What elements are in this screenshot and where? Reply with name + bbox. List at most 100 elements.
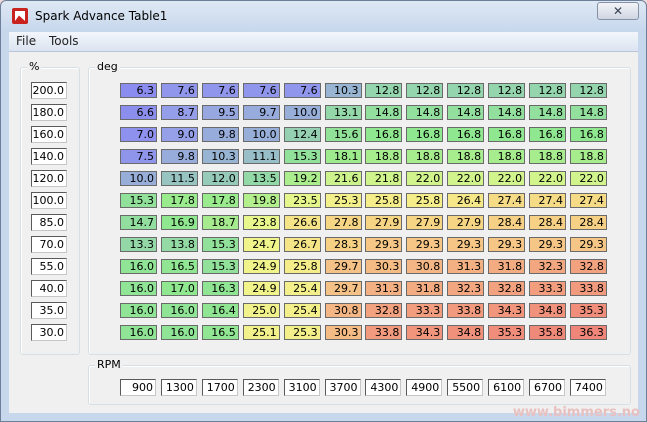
table-cell[interactable]: 11.5 — [160, 171, 198, 186]
table-cell[interactable]: 7.6 — [160, 83, 198, 98]
table-cell[interactable]: 16.8 — [529, 127, 566, 142]
table-cell[interactable]: 17.8 — [201, 193, 239, 208]
table-cell[interactable]: 14.8 — [447, 105, 485, 120]
menu-tools[interactable]: Tools — [49, 34, 79, 48]
load-field[interactable]: 160.0 — [31, 126, 67, 143]
table-cell[interactable]: 14.8 — [569, 105, 607, 120]
load-field[interactable]: 40.0 — [31, 280, 67, 297]
table-cell[interactable]: 25.4 — [283, 281, 321, 296]
table-cell[interactable]: 10.3 — [324, 83, 362, 98]
table-cell[interactable]: 27.4 — [529, 193, 566, 208]
table-cell[interactable]: 19.2 — [283, 171, 321, 186]
table-cell[interactable]: 16.0 — [120, 303, 157, 318]
table-cell[interactable]: 12.8 — [406, 83, 444, 98]
table-cell[interactable]: 27.9 — [365, 215, 403, 230]
table-cell[interactable]: 29.3 — [529, 237, 566, 252]
table-cell[interactable]: 18.8 — [406, 149, 444, 164]
table-cell[interactable]: 21.8 — [365, 171, 403, 186]
table-cell[interactable]: 34.8 — [447, 325, 485, 340]
table-cell[interactable]: 23.8 — [242, 215, 280, 230]
table-cell[interactable]: 17.0 — [160, 281, 198, 296]
table-cell[interactable]: 15.3 — [201, 259, 239, 274]
table-cell[interactable]: 13.5 — [242, 171, 280, 186]
table-cell[interactable]: 34.3 — [488, 303, 526, 318]
table-cell[interactable]: 29.7 — [324, 281, 362, 296]
table-cell[interactable]: 15.3 — [120, 193, 157, 208]
table-cell[interactable]: 15.6 — [324, 127, 362, 142]
table-cell[interactable]: 25.8 — [365, 193, 403, 208]
load-field[interactable]: 180.0 — [31, 104, 67, 121]
table-cell[interactable]: 15.3 — [283, 149, 321, 164]
table-cell[interactable]: 18.8 — [365, 149, 403, 164]
rpm-field[interactable]: 4900 — [406, 379, 443, 396]
table-cell[interactable]: 29.3 — [488, 237, 526, 252]
table-cell[interactable]: 16.8 — [365, 127, 403, 142]
table-cell[interactable]: 24.7 — [242, 237, 280, 252]
table-cell[interactable]: 16.8 — [406, 127, 444, 142]
table-cell[interactable]: 10.0 — [283, 105, 321, 120]
table-cell[interactable]: 29.3 — [406, 237, 444, 252]
table-cell[interactable]: 16.0 — [120, 281, 157, 296]
table-cell[interactable]: 7.6 — [242, 83, 280, 98]
table-cell[interactable]: 33.3 — [406, 303, 444, 318]
rpm-field[interactable]: 7400 — [569, 379, 606, 396]
table-cell[interactable]: 16.9 — [160, 215, 198, 230]
table-cell[interactable]: 22.0 — [529, 171, 566, 186]
table-cell[interactable]: 36.3 — [569, 325, 607, 340]
table-cell[interactable]: 28.4 — [569, 215, 607, 230]
table-cell[interactable]: 16.5 — [201, 325, 239, 340]
table-cell[interactable]: 32.8 — [569, 259, 607, 274]
table-cell[interactable]: 18.8 — [447, 149, 485, 164]
table-cell[interactable]: 29.7 — [324, 259, 362, 274]
rpm-field[interactable]: 2300 — [242, 379, 279, 396]
load-field[interactable]: 140.0 — [31, 148, 67, 165]
table-cell[interactable]: 18.8 — [569, 149, 607, 164]
table-cell[interactable]: 16.0 — [120, 325, 157, 340]
table-cell[interactable]: 32.3 — [447, 281, 485, 296]
table-cell[interactable]: 25.8 — [406, 193, 444, 208]
load-field[interactable]: 55.0 — [31, 258, 67, 275]
table-cell[interactable]: 9.7 — [242, 105, 280, 120]
table-cell[interactable]: 31.3 — [447, 259, 485, 274]
menu-file[interactable]: File — [16, 34, 36, 48]
table-cell[interactable]: 25.8 — [283, 259, 321, 274]
table-cell[interactable]: 7.0 — [120, 127, 157, 142]
table-cell[interactable]: 30.3 — [324, 325, 362, 340]
table-cell[interactable]: 13.8 — [160, 237, 198, 252]
table-cell[interactable]: 10.0 — [242, 127, 280, 142]
table-cell[interactable]: 18.1 — [324, 149, 362, 164]
table-cell[interactable]: 31.3 — [365, 281, 403, 296]
table-cell[interactable]: 25.3 — [324, 193, 362, 208]
table-cell[interactable]: 14.8 — [488, 105, 526, 120]
table-cell[interactable]: 25.4 — [283, 303, 321, 318]
table-cell[interactable]: 18.8 — [529, 149, 566, 164]
title-bar[interactable]: Spark Advance Table1 ✕ — [1, 1, 646, 31]
table-cell[interactable]: 13.1 — [324, 105, 362, 120]
table-cell[interactable]: 32.3 — [529, 259, 566, 274]
table-cell[interactable]: 14.8 — [406, 105, 444, 120]
load-field[interactable]: 120.0 — [31, 170, 67, 187]
table-cell[interactable]: 28.4 — [529, 215, 566, 230]
table-cell[interactable]: 32.8 — [365, 303, 403, 318]
table-cell[interactable]: 9.5 — [201, 105, 239, 120]
load-field[interactable]: 200.0 — [31, 82, 67, 99]
table-cell[interactable]: 24.9 — [242, 281, 280, 296]
table-cell[interactable]: 12.8 — [488, 83, 526, 98]
table-cell[interactable]: 13.3 — [120, 237, 157, 252]
table-cell[interactable]: 9.0 — [160, 127, 198, 142]
table-cell[interactable]: 12.8 — [447, 83, 485, 98]
table-cell[interactable]: 12.8 — [365, 83, 403, 98]
table-cell[interactable]: 6.3 — [120, 83, 157, 98]
rpm-field[interactable]: 5500 — [447, 379, 484, 396]
table-cell[interactable]: 16.8 — [569, 127, 607, 142]
table-cell[interactable]: 12.0 — [201, 171, 239, 186]
close-button[interactable]: ✕ — [597, 2, 639, 20]
table-cell[interactable]: 33.8 — [569, 281, 607, 296]
table-cell[interactable]: 21.6 — [324, 171, 362, 186]
table-cell[interactable]: 25.0 — [242, 303, 280, 318]
table-cell[interactable]: 9.8 — [160, 149, 198, 164]
table-cell[interactable]: 33.8 — [447, 303, 485, 318]
table-cell[interactable]: 22.0 — [569, 171, 607, 186]
table-cell[interactable]: 27.4 — [569, 193, 607, 208]
table-cell[interactable]: 16.4 — [201, 303, 239, 318]
